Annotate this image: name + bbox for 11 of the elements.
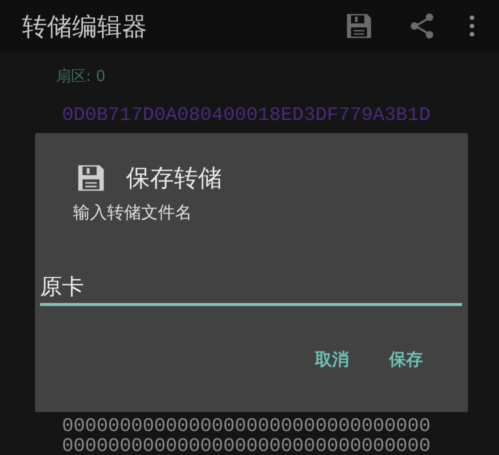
hex-row-text: 00000000000000000000000000000000 (62, 416, 432, 436)
file-name-field[interactable]: 原卡 (40, 274, 462, 306)
app-title: 转储编辑器 (22, 10, 147, 42)
save-button[interactable]: 保存 (384, 344, 428, 375)
hex-row-text: 0D0B717D0A080400018ED3DF779A3B1D (62, 104, 432, 126)
sector-label: 扇区: 0 (56, 66, 106, 87)
more-icon[interactable] (469, 15, 475, 37)
dialog-message: 输入转储文件名 (72, 202, 193, 224)
dialog-title: 保存转储 (126, 163, 222, 194)
cancel-button[interactable]: 取消 (310, 344, 354, 375)
hex-row-text: 00000000000000000000000000000000 (62, 436, 432, 455)
